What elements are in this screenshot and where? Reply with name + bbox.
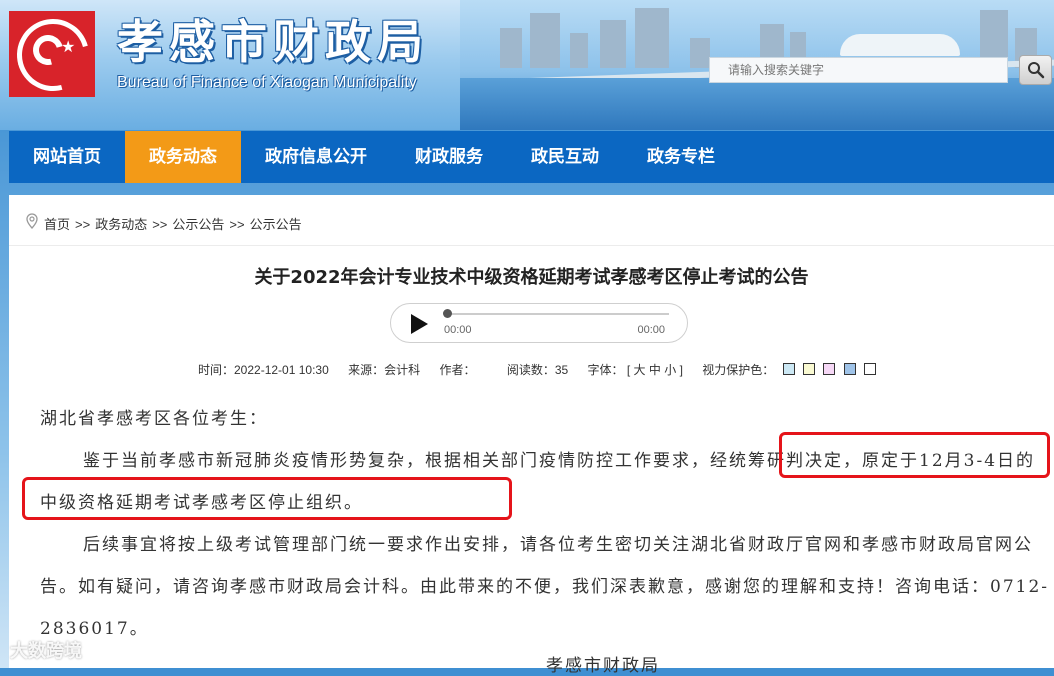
bureau-logo[interactable]: ★ xyxy=(3,5,103,105)
nav-item-finance-services[interactable]: 财政服务 xyxy=(391,131,507,183)
publish-time: 时间：2022-12-01 10:30 xyxy=(198,363,329,377)
main-nav: 网站首页 政务动态 政府信息公开 财政服务 政民互动 政务专栏 xyxy=(9,131,1054,183)
audio-player: 00:00 00:00 xyxy=(390,303,688,343)
breadcrumb-home[interactable]: 首页 xyxy=(44,217,70,232)
breadcrumb-notices[interactable]: 公示公告 xyxy=(172,217,224,232)
eye-color-swatch[interactable] xyxy=(864,363,876,375)
font-size-small[interactable]: 小 ] xyxy=(664,363,683,377)
audio-progress-knob[interactable] xyxy=(443,309,452,318)
nav-item-home[interactable]: 网站首页 xyxy=(9,131,125,183)
nav-item-interaction[interactable]: 政民互动 xyxy=(507,131,623,183)
search-button[interactable] xyxy=(1019,55,1052,85)
search-input[interactable] xyxy=(709,57,1008,83)
eye-color-swatch[interactable] xyxy=(782,363,795,375)
eye-color-swatch[interactable] xyxy=(823,363,836,375)
signature: 孝感市财政局 xyxy=(546,656,660,676)
breadcrumb-notices-current[interactable]: 公示公告 xyxy=(250,217,302,232)
audio-duration: 00:00 xyxy=(637,324,665,336)
paragraph-followup: 后续事宜将按上级考试管理部门统一要求作出安排，请各位考生密切关注湖北省财政厅官网… xyxy=(40,535,1050,639)
magnifier-icon xyxy=(1028,62,1045,79)
font-size-label: 字体： xyxy=(587,363,624,377)
audio-progress-track[interactable] xyxy=(447,313,669,315)
highlight-box xyxy=(22,477,512,520)
location-pin-icon xyxy=(26,213,38,229)
site-title: 孝感市财政局 xyxy=(117,15,429,69)
breadcrumb-separator: >> xyxy=(229,217,245,232)
font-size-large[interactable]: [ 大 xyxy=(627,363,646,377)
nav-item-special-column[interactable]: 政务专栏 xyxy=(623,131,739,183)
audio-current-time: 00:00 xyxy=(444,324,472,336)
breadcrumb: 首页 >> 政务动态 >> 公示公告 >> 公示公告 xyxy=(9,195,1054,246)
view-count: 阅读数：35 xyxy=(506,363,569,377)
article-author: 作者： xyxy=(439,363,476,377)
article-meta: 时间：2022-12-01 10:30 来源：会计科 作者： 阅读数：35 字体… xyxy=(198,361,876,378)
breadcrumb-separator: >> xyxy=(152,217,168,232)
breadcrumb-separator: >> xyxy=(75,217,91,232)
article-source: 来源：会计科 xyxy=(348,363,421,377)
nav-item-info-disclosure[interactable]: 政府信息公开 xyxy=(241,131,391,183)
breadcrumb-gov-news[interactable]: 政务动态 xyxy=(95,217,147,232)
article-title: 关于2022年会计专业技术中级资格延期考试孝感考区停止考试的公告 xyxy=(254,267,809,288)
eye-protection-label: 视力保护色： xyxy=(702,363,775,377)
play-icon[interactable] xyxy=(411,314,428,334)
eye-color-swatch[interactable] xyxy=(843,363,856,375)
site-header: ★ 孝感市财政局 Bureau of Finance of Xiaogan Mu… xyxy=(0,0,1054,130)
eye-color-swatch[interactable] xyxy=(802,363,815,375)
watermark: 大数跨境 xyxy=(10,641,82,662)
highlight-box xyxy=(779,432,1050,478)
site-subtitle: Bureau of Finance of Xiaogan Municipalit… xyxy=(117,74,417,91)
font-size-medium[interactable]: 中 xyxy=(649,363,661,377)
nav-item-gov-news[interactable]: 政务动态 xyxy=(125,131,241,183)
